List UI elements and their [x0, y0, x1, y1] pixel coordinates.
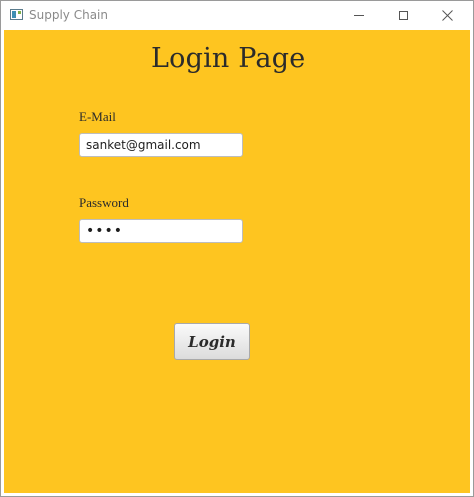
app-window: Supply Chain Login Page E-Mail Password … — [0, 0, 474, 497]
maximize-icon — [398, 11, 408, 20]
close-button[interactable] — [425, 1, 469, 30]
minimize-icon — [354, 15, 364, 16]
page-title: Login Page — [151, 43, 306, 74]
close-icon — [441, 10, 453, 21]
maximize-button[interactable] — [381, 1, 425, 30]
login-button[interactable]: Login — [174, 323, 250, 360]
window-title: Supply Chain — [29, 8, 108, 22]
password-label: Password — [79, 195, 129, 210]
login-panel: Login Page E-Mail Password Login — [4, 30, 470, 493]
title-bar[interactable]: Supply Chain — [1, 1, 473, 30]
email-input[interactable] — [79, 133, 243, 157]
email-label: E-Mail — [79, 109, 116, 124]
password-input[interactable] — [79, 219, 243, 243]
app-window-icon — [10, 9, 23, 20]
minimize-button[interactable] — [337, 1, 381, 30]
